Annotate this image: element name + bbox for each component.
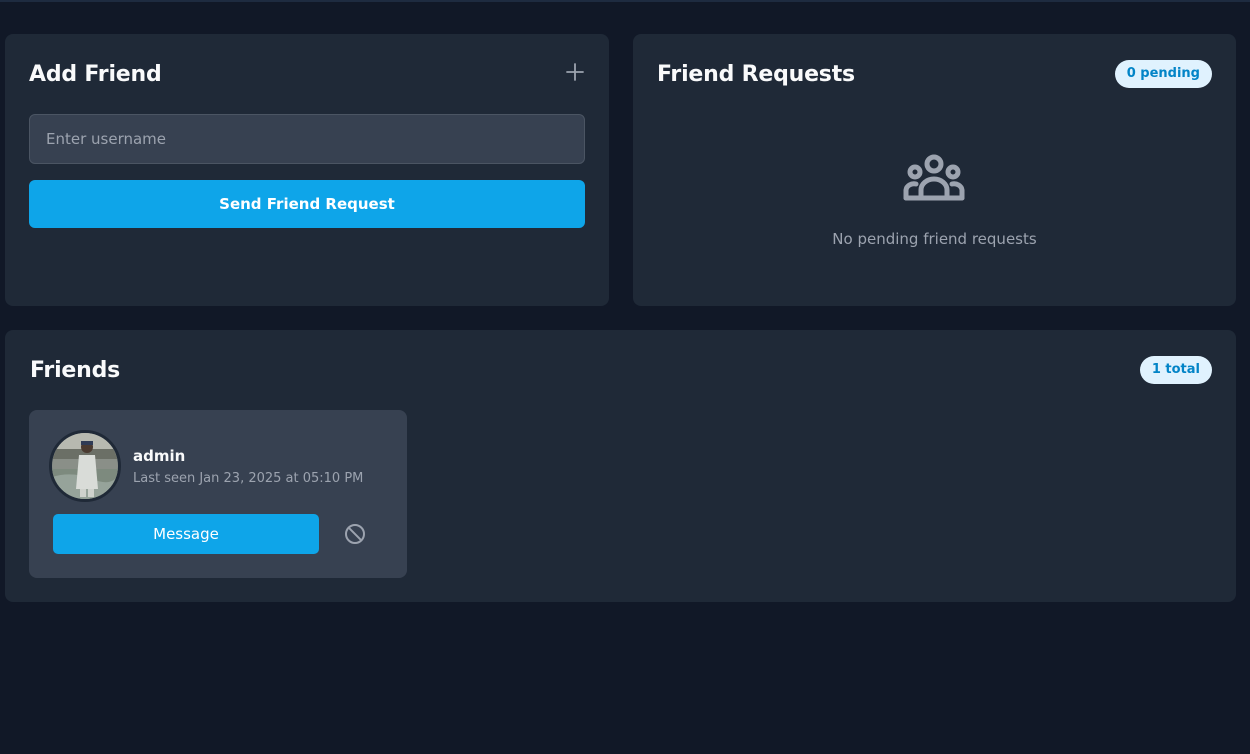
last-seen-text: Last seen Jan 23, 2025 at 05:10 PM	[133, 471, 364, 486]
friends-card: Friends 1 total admin Last seen Jan 23, …	[5, 330, 1236, 602]
friend-requests-card: Friend Requests 0 pending No pending fri…	[633, 34, 1236, 306]
message-button[interactable]: Message	[53, 514, 319, 554]
username-input[interactable]	[29, 114, 585, 164]
plus-icon[interactable]	[565, 62, 585, 82]
users-group-icon	[903, 154, 965, 201]
friends-title: Friends	[30, 358, 121, 383]
pending-count-badge: 0 pending	[1114, 60, 1212, 88]
friend-requests-title: Friend Requests	[657, 62, 855, 87]
friend-name: admin	[133, 447, 186, 465]
avatar[interactable]	[49, 430, 121, 502]
friend-item: admin Last seen Jan 23, 2025 at 05:10 PM…	[29, 410, 407, 578]
block-icon[interactable]	[343, 522, 367, 546]
friends-total-badge: 1 total	[1139, 356, 1212, 384]
add-friend-title: Add Friend	[29, 62, 162, 87]
avatar-photo	[52, 433, 118, 499]
empty-requests-text: No pending friend requests	[832, 230, 1037, 248]
top-border	[0, 0, 1250, 2]
add-friend-card: Add Friend Send Friend Request	[5, 34, 609, 306]
send-friend-request-button[interactable]: Send Friend Request	[29, 180, 585, 228]
